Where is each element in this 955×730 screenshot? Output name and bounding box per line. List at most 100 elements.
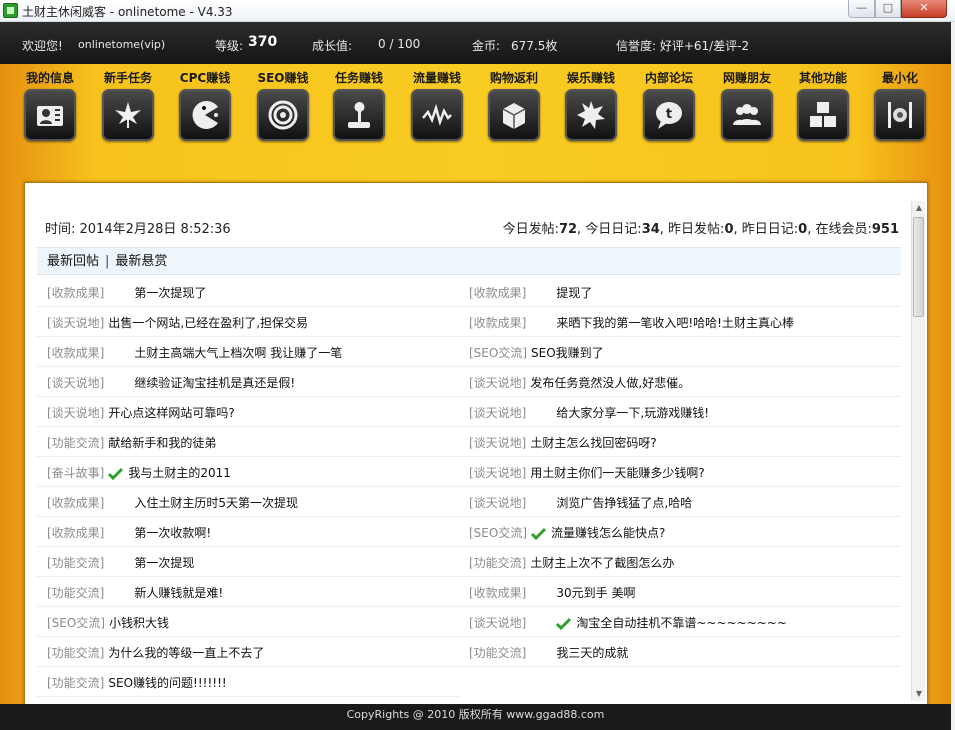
post-row[interactable]: [谈天说地] 发布任务竟然没人做,好悲催。: [459, 369, 901, 397]
post-title-link[interactable]: 小钱积大钱: [109, 616, 169, 630]
nav-item-box[interactable]: 购物返利: [481, 70, 547, 141]
post-row[interactable]: [收款成果] 来晒下我的第一笔收入吧!哈哈!土财主真心棒: [459, 309, 901, 337]
vertical-scrollbar[interactable]: ▲ ▼: [911, 201, 925, 701]
post-row[interactable]: [谈天说地] 出售一个网站,已经在盈利了,担保交易: [37, 309, 459, 337]
post-category[interactable]: [谈天说地]: [47, 406, 104, 420]
post-category[interactable]: [谈天说地]: [469, 496, 526, 510]
post-category[interactable]: [功能交流]: [47, 676, 104, 690]
nav-item-wave[interactable]: 流量赚钱: [404, 70, 470, 141]
nav-icon-button[interactable]: t: [643, 89, 695, 141]
post-title-link[interactable]: 发布任务竟然没人做,好悲催。: [530, 376, 690, 390]
post-row[interactable]: [谈天说地] 浏览广告挣钱猛了点,哈哈: [459, 489, 901, 517]
post-title-link[interactable]: 来晒下我的第一笔收入吧!哈哈!土财主真心棒: [556, 316, 794, 330]
minimize-window-button[interactable]: —: [848, 0, 875, 18]
post-title-link[interactable]: 新人赚钱就是难!: [134, 586, 223, 600]
post-title-link[interactable]: 土财主怎么找回密码呀?: [530, 436, 656, 450]
post-title-link[interactable]: 入住土财主历时5天第一次提现: [134, 496, 298, 510]
post-title-link[interactable]: 30元到手 美啊: [556, 586, 635, 600]
post-category[interactable]: [SEO交流]: [469, 346, 527, 360]
post-category[interactable]: [收款成果]: [47, 286, 104, 300]
post-category[interactable]: [收款成果]: [47, 526, 104, 540]
nav-icon-button[interactable]: [179, 89, 231, 141]
post-title-link[interactable]: 浏览广告挣钱猛了点,哈哈: [556, 496, 692, 510]
post-category[interactable]: [谈天说地]: [469, 406, 526, 420]
nav-icon-button[interactable]: [565, 89, 617, 141]
post-category[interactable]: [收款成果]: [469, 316, 526, 330]
scroll-down-arrow-icon[interactable]: ▼: [912, 687, 926, 701]
post-category[interactable]: [谈天说地]: [47, 376, 104, 390]
maximize-window-button[interactable]: □: [875, 0, 901, 18]
post-row[interactable]: [功能交流] 土财主上次不了截图怎么办: [459, 549, 901, 577]
post-title-link[interactable]: 土财主上次不了截图怎么办: [530, 556, 674, 570]
post-row[interactable]: [谈天说地] 给大家分享一下,玩游戏赚钱!: [459, 399, 901, 427]
post-row[interactable]: [功能交流] SEO赚钱的问题!!!!!!!: [37, 669, 459, 697]
nav-icon-button[interactable]: [24, 89, 76, 141]
nav-icon-button[interactable]: [411, 89, 463, 141]
post-title-link[interactable]: 我三天的成就: [556, 646, 628, 660]
post-category[interactable]: [谈天说地]: [47, 316, 104, 330]
post-category[interactable]: [收款成果]: [47, 346, 104, 360]
post-row[interactable]: [谈天说地] 用土财主你们一天能赚多少钱啊?: [459, 459, 901, 487]
post-row[interactable]: [功能交流] 我三天的成就: [459, 639, 901, 667]
nav-item-chat-bubble[interactable]: 内部论坛 t: [636, 70, 702, 141]
post-row[interactable]: [SEO交流] 流量赚钱怎么能快点?: [459, 519, 901, 547]
post-row[interactable]: [谈天说地] 淘宝全自动挂机不靠谱~~~~~~~~~: [459, 609, 901, 637]
post-title-link[interactable]: 第一次提现了: [134, 286, 206, 300]
nav-item-leaf[interactable]: 新手任务: [95, 70, 161, 141]
nav-icon-button[interactable]: [102, 89, 154, 141]
post-category[interactable]: [SEO交流]: [469, 526, 527, 540]
nav-icon-button[interactable]: [797, 89, 849, 141]
post-category[interactable]: [功能交流]: [469, 556, 526, 570]
post-row[interactable]: [谈天说地] 土财主怎么找回密码呀?: [459, 429, 901, 457]
post-title-link[interactable]: 第一次收款啊!: [134, 526, 211, 540]
post-title-link[interactable]: 用土财主你们一天能赚多少钱啊?: [530, 466, 704, 480]
post-title-link[interactable]: 献给新手和我的徒弟: [108, 436, 216, 450]
post-title-link[interactable]: 为什么我的等级一直上不去了: [108, 646, 264, 660]
scroll-thumb[interactable]: [913, 217, 924, 317]
post-category[interactable]: [功能交流]: [469, 646, 526, 660]
post-category[interactable]: [收款成果]: [469, 586, 526, 600]
post-category[interactable]: [谈天说地]: [469, 616, 526, 630]
post-category[interactable]: [谈天说地]: [469, 376, 526, 390]
post-category[interactable]: [收款成果]: [469, 286, 526, 300]
tab-latest-rewards[interactable]: 最新悬赏: [115, 254, 167, 269]
post-row[interactable]: [收款成果] 提现了: [459, 279, 901, 307]
post-category[interactable]: [功能交流]: [47, 556, 104, 570]
post-category[interactable]: [收款成果]: [47, 496, 104, 510]
post-title-link[interactable]: 继续验证淘宝挂机是真还是假!: [134, 376, 295, 390]
post-category[interactable]: [功能交流]: [47, 436, 104, 450]
post-title-link[interactable]: 开心点这样网站可靠吗?: [108, 406, 234, 420]
nav-icon-button[interactable]: [721, 89, 773, 141]
post-title-link[interactable]: 出售一个网站,已经在盈利了,担保交易: [108, 316, 308, 330]
nav-item-swirl[interactable]: SEO赚钱: [250, 70, 316, 141]
nav-icon-button[interactable]: [874, 89, 926, 141]
nav-item-user-card[interactable]: 我的信息: [17, 70, 83, 141]
post-row[interactable]: [谈天说地] 开心点这样网站可靠吗?: [37, 399, 459, 427]
post-row[interactable]: [功能交流] 献给新手和我的徒弟: [37, 429, 459, 457]
post-category[interactable]: [谈天说地]: [469, 466, 526, 480]
nav-icon-button[interactable]: [257, 89, 309, 141]
post-row[interactable]: [SEO交流] SEO我赚到了: [459, 339, 901, 367]
post-row[interactable]: [收款成果] 第一次提现了: [37, 279, 459, 307]
post-title-link[interactable]: 我与土财主的2011: [128, 466, 231, 480]
post-row[interactable]: [收款成果] 入住土财主历时5天第一次提现: [37, 489, 459, 517]
post-row[interactable]: [功能交流] 为什么我的等级一直上不去了: [37, 639, 459, 667]
nav-icon-button[interactable]: [488, 89, 540, 141]
post-category[interactable]: [功能交流]: [47, 586, 104, 600]
scroll-up-arrow-icon[interactable]: ▲: [912, 201, 926, 215]
post-row[interactable]: [功能交流] 新人赚钱就是难!: [37, 579, 459, 607]
close-window-button[interactable]: ✕: [901, 0, 947, 18]
nav-item-cubes[interactable]: 其他功能: [790, 70, 856, 141]
post-title-link[interactable]: 淘宝全自动挂机不靠谱~~~~~~~~~: [576, 616, 787, 630]
tab-latest-replies[interactable]: 最新回帖: [47, 254, 99, 269]
post-title-link[interactable]: 给大家分享一下,玩游戏赚钱!: [556, 406, 709, 420]
post-row[interactable]: [收款成果] 土财主高端大气上档次啊 我让赚了一笔: [37, 339, 459, 367]
post-title-link[interactable]: 流量赚钱怎么能快点?: [551, 526, 665, 540]
post-row[interactable]: [收款成果] 30元到手 美啊: [459, 579, 901, 607]
post-title-link[interactable]: SEO赚钱的问题!!!!!!!: [108, 676, 226, 690]
post-category[interactable]: [功能交流]: [47, 646, 104, 660]
post-title-link[interactable]: SEO我赚到了: [531, 346, 604, 360]
post-row[interactable]: [奋斗故事] 我与土财主的2011: [37, 459, 459, 487]
post-title-link[interactable]: 提现了: [556, 286, 592, 300]
post-row[interactable]: [收款成果] 第一次收款啊!: [37, 519, 459, 547]
